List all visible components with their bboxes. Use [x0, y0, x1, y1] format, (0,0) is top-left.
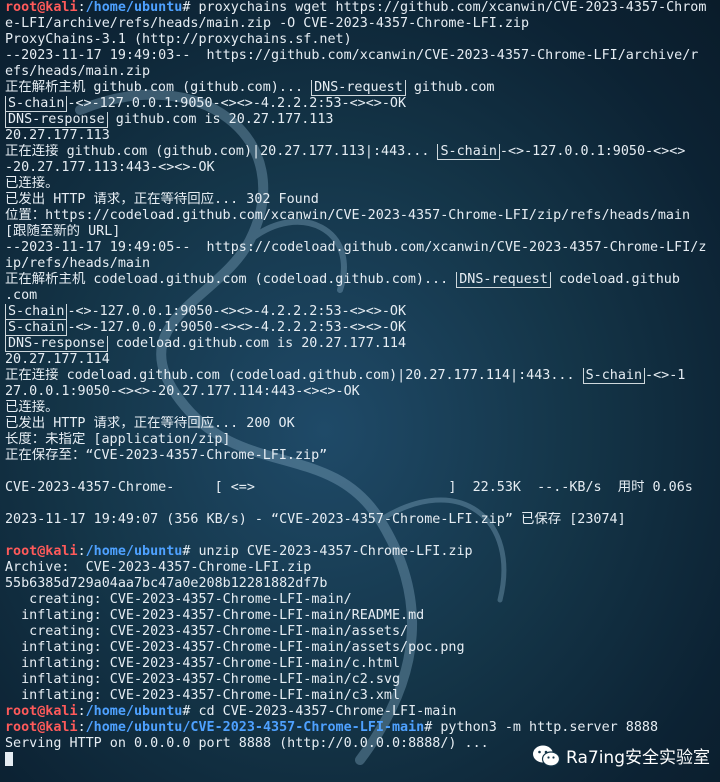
prompt-path: /home/ubuntu — [85, 704, 183, 719]
output-line: inflating: CVE-2023-4357-Chrome-LFI-main… — [5, 640, 465, 655]
command-line: root@kali:/home/ubuntu# unzip CVE-2023-4… — [5, 544, 717, 560]
command-line: root@kali:/home/ubuntu/CVE-2023-4357-Chr… — [5, 720, 717, 736]
output-line: 27.0.0.1:9050-<><>-20.27.177.114:443-<><… — [5, 384, 360, 399]
proxy-tag: S-chain — [582, 368, 646, 384]
output-line: 正在解析主机 codeload.github.com (codeload.git… — [5, 272, 680, 288]
output-line: inflating: CVE-2023-4357-Chrome-LFI-main… — [5, 688, 401, 703]
terminal-output: root@kali:/home/ubuntu# proxychains wget… — [5, 0, 717, 768]
output-line: CVE-2023-4357-Chrome- [ <=> ] 22.53K --.… — [5, 480, 693, 495]
output-line: 长度：未指定 [application/zip] — [5, 432, 231, 447]
output-line: inflating: CVE-2023-4357-Chrome-LFI-main… — [5, 672, 401, 687]
command-line: root@kali:/home/ubuntu# cd CVE-2023-4357… — [5, 704, 717, 720]
output-line: --2023-11-17 19:49:03-- https://github.c… — [5, 48, 699, 63]
output-line: S-chain -<>-127.0.0.1:9050-<><>-4.2.2.2:5… — [5, 96, 717, 112]
command-text: python3 -m http.server 8888 — [432, 720, 659, 735]
output-line: 正在保存至：“CVE-2023-4357-Chrome-LFI.zip” — [5, 448, 328, 463]
output-line: e-LFI/archive/refs/heads/main.zip -O CVE… — [5, 16, 530, 31]
prompt-separator: : — [77, 720, 86, 735]
output-line: creating: CVE-2023-4357-Chrome-LFI-main/… — [5, 624, 409, 639]
output-line: DNS-response codeload.github.com is 20.2… — [5, 336, 717, 352]
watermark: Ra7ing安全实验室 — [532, 743, 710, 768]
output-line: [跟随至新的 URL] — [5, 224, 121, 239]
wechat-icon — [533, 745, 561, 767]
output-line: creating: CVE-2023-4357-Chrome-LFI-main/ — [5, 592, 352, 607]
proxy-tag: S-chain — [5, 96, 68, 112]
prompt-user: root@kali — [5, 544, 78, 559]
prompt-user: root@kali — [5, 704, 78, 719]
output-line: 位置：https://codeload.github.com/xcanwin/C… — [5, 208, 691, 223]
command-text: unzip CVE-2023-4357-Chrome-LFI.zip — [190, 544, 473, 559]
output-line: S-chain -<>-127.0.0.1:9050-<><>-4.2.2.2:5… — [5, 320, 717, 336]
proxy-tag: S-chain — [437, 144, 500, 160]
proxy-tag: DNS-request — [456, 272, 551, 288]
proxy-tag: S-chain — [5, 320, 68, 336]
output-line: 2023-11-17 19:49:07 (356 KB/s) - “CVE-20… — [5, 512, 626, 527]
output-line: 正在解析主机 github.com (github.com)... DNS-re… — [5, 80, 495, 96]
terminal-window[interactable]: root@kali:/home/ubuntu# proxychains wget… — [0, 0, 720, 782]
output-line: .com — [5, 288, 38, 303]
proxy-tag: S-chain — [5, 304, 68, 320]
output-line: 已发出 HTTP 请求，正在等待回应... 302 Found — [5, 192, 319, 207]
prompt-user: root@kali — [5, 720, 78, 735]
output-line: 正在连接 github.com (github.com)|20.27.177.1… — [5, 144, 686, 160]
output-line: 20.27.177.113 — [5, 128, 110, 143]
output-line: 20.27.177.114 — [5, 352, 110, 367]
proxy-tag: DNS-response — [5, 336, 108, 352]
output-line: inflating: CVE-2023-4357-Chrome-LFI-main… — [5, 608, 425, 623]
output-line: ProxyChains-3.1 (http://proxychains.sf.n… — [5, 32, 352, 47]
prompt-path: /home/ubuntu — [85, 544, 183, 559]
output-line: ip/refs/heads/main — [5, 256, 151, 271]
output-line: inflating: CVE-2023-4357-Chrome-LFI-main… — [5, 656, 401, 671]
output-line: 已连接。 — [5, 400, 59, 415]
output-line: -20.27.177.113:443-<><>-OK — [5, 160, 215, 175]
output-line: DNS-response github.com is 20.27.177.113 — [5, 112, 717, 128]
prompt-user: root@kali — [5, 0, 78, 15]
prompt-separator: : — [77, 0, 86, 15]
prompt-separator: : — [77, 704, 86, 719]
output-line: --2023-11-17 19:49:05-- https://codeload… — [5, 240, 707, 255]
watermark-label: Ra7ing安全实验室 — [566, 748, 710, 768]
prompt-separator: : — [77, 544, 86, 559]
command-line: root@kali:/home/ubuntu# proxychains wget… — [5, 0, 717, 16]
output-line: 正在连接 codeload.github.com (codeload.githu… — [5, 368, 686, 384]
proxy-tag: DNS-response — [5, 112, 108, 128]
output-line: 已发出 HTTP 请求，正在等待回应... 200 OK — [5, 416, 295, 431]
proxy-tag: DNS-request — [311, 80, 406, 96]
output-line: 55b6385d729a04aa7bc47a0e208b12281882df7b — [5, 576, 328, 591]
output-line: Archive: CVE-2023-4357-Chrome-LFI.zip — [5, 560, 312, 575]
output-line: 已连接。 — [5, 176, 59, 191]
prompt-path: /home/ubuntu/CVE-2023-4357-Chrome-LFI-ma… — [85, 720, 425, 735]
output-line: efs/heads/main.zip — [5, 64, 151, 79]
prompt-path: /home/ubuntu — [85, 0, 183, 15]
text-cursor — [5, 752, 13, 766]
command-text: proxychains wget https://github.com/xcan… — [190, 0, 707, 15]
output-line: S-chain -<>-127.0.0.1:9050-<><>-4.2.2.2:5… — [5, 304, 717, 320]
command-text: cd CVE-2023-4357-Chrome-LFI-main — [190, 704, 457, 719]
